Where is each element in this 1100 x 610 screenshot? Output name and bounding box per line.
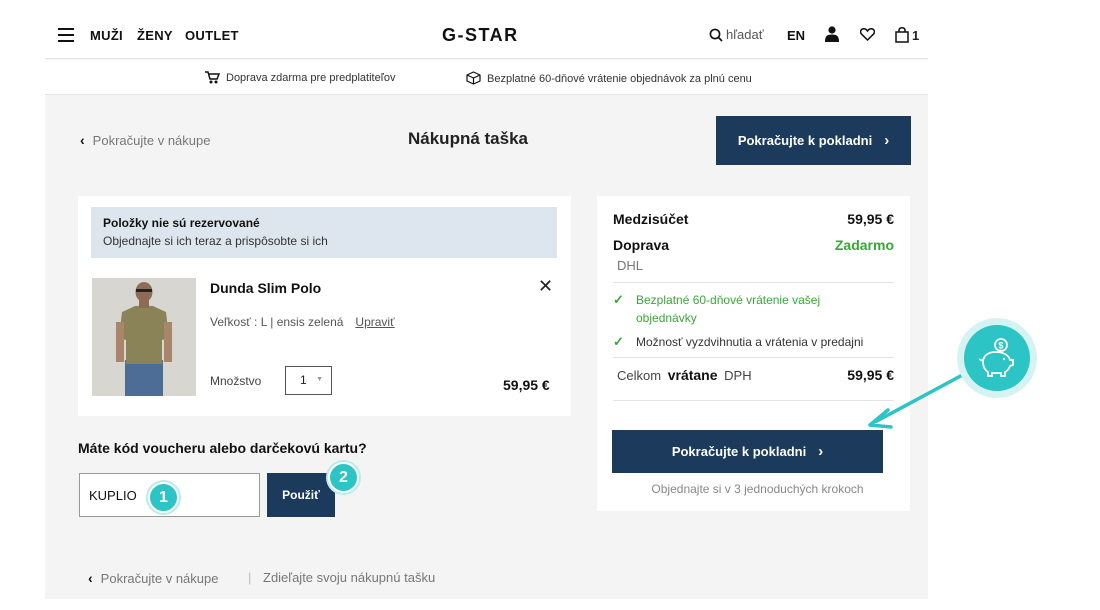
subtotal-value: 59,95 € — [847, 211, 894, 227]
voucher-title: Máte kód voucheru alebo darčekovú kartu? — [78, 440, 367, 456]
steps-note: Objednajte si v 3 jednoduchých krokoch — [651, 482, 864, 496]
checkout-button[interactable]: Pokračujte k pokladni › — [612, 430, 883, 473]
continue-shopping-link[interactable]: ‹ Pokračujte v nákupe — [80, 132, 210, 148]
logo[interactable]: G-STAR — [442, 25, 519, 46]
usp-shipping-text: Doprava zdarma pre predplatiteľov — [226, 72, 396, 84]
nav-men[interactable]: MUŽI — [90, 28, 123, 43]
close-icon[interactable]: ✕ — [538, 276, 553, 297]
search-button[interactable]: hľadať — [709, 27, 764, 42]
menu-icon[interactable] — [58, 28, 74, 42]
chevron-down-icon: ▼ — [316, 376, 323, 383]
nav-women[interactable]: ŽENY — [137, 28, 173, 43]
page-container: MUŽI ŽENY OUTLET G-STAR hľadať EN 1 Dopr… — [45, 13, 928, 599]
item-price: 59,95 € — [503, 377, 550, 393]
user-icon[interactable] — [825, 26, 839, 47]
search-label: hľadať — [726, 27, 764, 42]
benefit-returns-text: Bezplatné 60-dňové vrátenie vašej objedn… — [636, 293, 821, 325]
svg-text:$: $ — [998, 341, 1003, 351]
shipping-label: Doprava — [613, 237, 670, 253]
box-icon — [466, 71, 481, 85]
check-icon: ✓ — [613, 292, 624, 307]
link-separator: | — [248, 570, 252, 585]
subtotal-label: Medzisúčet — [613, 211, 689, 227]
step-badge-2: 2 — [328, 462, 359, 493]
chevron-left-icon: ‹ — [80, 132, 85, 148]
carrier: DHL — [617, 258, 644, 273]
total-suffix: DPH — [724, 368, 752, 383]
truck-icon — [205, 71, 221, 84]
product-name[interactable]: Dunda Slim Polo — [210, 280, 321, 296]
shipping-value: Zadarmo — [834, 237, 894, 253]
piggy-bank-icon: $ — [957, 318, 1037, 398]
continue-shopping-label: Pokračujte v nákupe — [92, 133, 211, 148]
search-icon — [709, 28, 723, 42]
order-summary: Medzisúčet 59,95 € Doprava Zadarmo DHL ✓… — [597, 196, 910, 511]
bag-icon[interactable] — [895, 27, 909, 48]
apply-voucher-button[interactable]: Použiť — [267, 473, 335, 517]
benefit-returns: ✓ Bezplatné 60-dňové vrátenie vašej obje… — [613, 291, 878, 327]
total-value: 59,95 € — [847, 367, 894, 383]
product-size: Veľkosť : L | ensis zelená Upraviť — [210, 315, 395, 329]
usp-bar: Doprava zdarma pre predplatiteľov Bezpla… — [45, 60, 928, 95]
benefit-pickup: ✓ Možnosť vyzdvihnutia a vrátenia v pred… — [613, 333, 903, 351]
checkout-button-top[interactable]: Pokračujte k pokladni › — [716, 116, 911, 165]
quantity-select[interactable]: 1 ▼ — [285, 366, 332, 395]
divider — [613, 400, 894, 401]
cart-item-card: Položky nie sú rezervované Objednajte si… — [78, 196, 571, 416]
continue-shopping-bottom-link[interactable]: ‹ Pokračujte v nákupe — [88, 570, 218, 586]
divider — [613, 282, 894, 283]
chevron-right-icon: › — [818, 443, 824, 460]
reservation-notice: Položky nie sú rezervované Objednajte si… — [91, 207, 557, 258]
benefit-pickup-text: Možnosť vyzdvihnutia a vrátenia v predaj… — [636, 335, 864, 349]
chevron-left-icon: ‹ — [88, 570, 93, 586]
bag-count: 1 — [912, 28, 920, 43]
notice-text: Objednajte si ich teraz a prispôsobte si… — [103, 234, 328, 248]
total-prefix: Celkom — [617, 368, 662, 383]
edit-link[interactable]: Upraviť — [355, 315, 394, 329]
share-bag-link[interactable]: Zdieľajte svoju nákupnú tašku — [263, 570, 435, 585]
quantity-label: Množstvo — [210, 374, 262, 388]
divider — [613, 357, 894, 358]
total-strong: vrátane — [667, 367, 718, 383]
language-switch[interactable]: EN — [787, 28, 805, 43]
notice-title: Položky nie sú rezervované — [103, 216, 260, 230]
usp-shipping: Doprava zdarma pre predplatiteľov — [205, 71, 396, 84]
heart-icon[interactable] — [859, 28, 876, 46]
chevron-right-icon: › — [884, 132, 890, 149]
check-icon: ✓ — [613, 334, 624, 349]
nav-outlet[interactable]: OUTLET — [185, 28, 239, 43]
total-label: Celkom vrátane DPH — [617, 367, 752, 383]
quantity-value: 1 — [300, 373, 307, 387]
size-text: Veľkosť : L | ensis zelená — [210, 315, 344, 329]
product-image[interactable] — [92, 278, 196, 396]
usp-returns-text: Bezplatné 60-dňové vrátenie objednávok z… — [487, 73, 752, 85]
continue-shopping-bottom-label: Pokračujte v nákupe — [100, 571, 219, 586]
step-badge-1: 1 — [148, 482, 179, 513]
checkout-button-label: Pokračujte k pokladni — [737, 133, 873, 148]
usp-returns: Bezplatné 60-dňové vrátenie objednávok z… — [466, 71, 752, 85]
checkout-label: Pokračujte k pokladni — [671, 444, 807, 459]
page-title: Nákupná taška — [408, 129, 528, 148]
site-header: MUŽI ŽENY OUTLET G-STAR hľadať EN 1 — [45, 13, 928, 59]
